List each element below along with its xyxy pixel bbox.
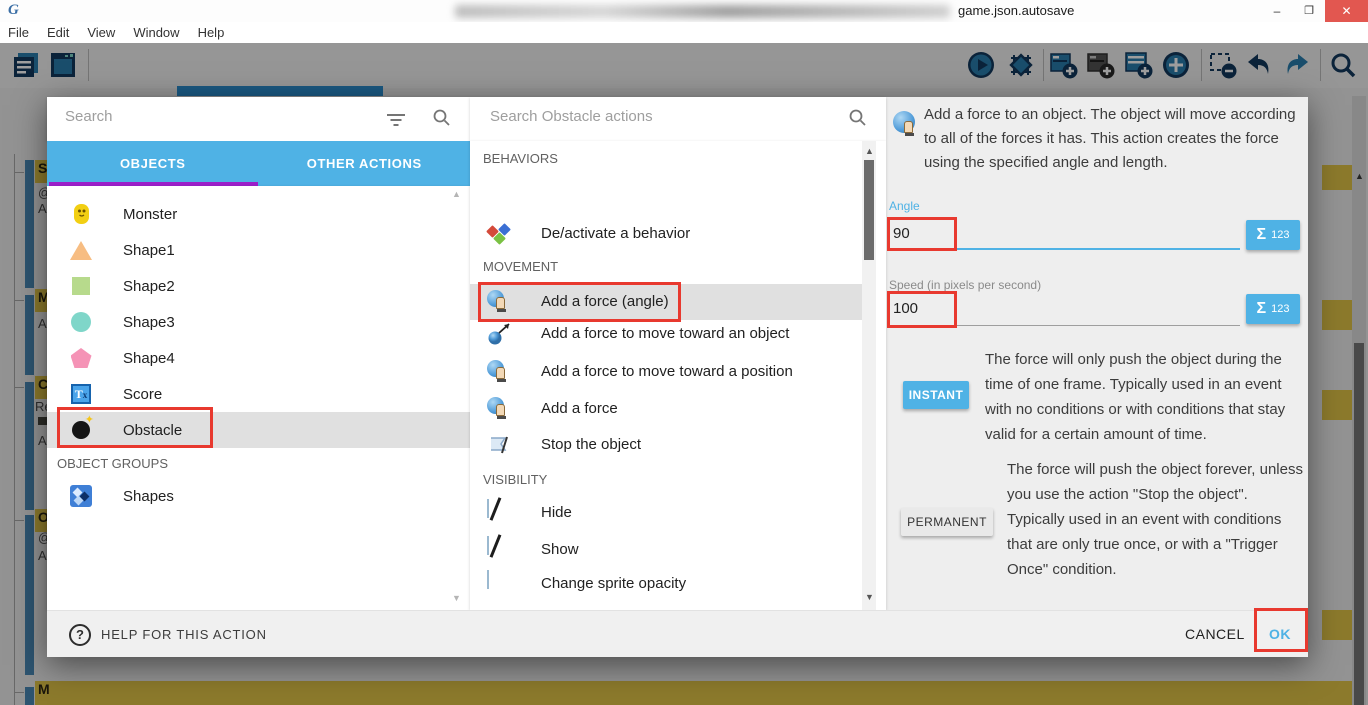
search-icon[interactable] — [432, 108, 452, 128]
restore-button[interactable]: ❐ — [1294, 0, 1324, 22]
action-row-stop-object[interactable]: Stop the object — [470, 427, 862, 463]
scroll-down-icon[interactable]: ▼ — [865, 593, 874, 602]
instant-button[interactable]: INSTANT — [903, 381, 969, 409]
force-toward-object-icon — [487, 321, 513, 347]
object-row-shape3[interactable]: Shape3 — [47, 304, 470, 340]
angle-label: Angle — [889, 199, 920, 213]
scroll-down-icon[interactable]: ▼ — [452, 594, 461, 603]
menu-file[interactable]: File — [8, 25, 29, 40]
action-row-force-toward-position[interactable]: Add a force to move toward a position — [470, 354, 862, 390]
action-row-show[interactable]: Show — [470, 532, 862, 568]
section-behaviors: BEHAVIORS — [483, 151, 558, 166]
highlight-obstacle — [57, 407, 213, 448]
help-link[interactable]: HELP FOR THIS ACTION — [101, 627, 267, 642]
highlight-ok-button — [1254, 608, 1308, 652]
object-tabs: OBJECTS OTHER ACTIONS — [47, 141, 470, 186]
numbers-icon: 123 — [1271, 229, 1289, 241]
numbers-icon: 123 — [1271, 303, 1289, 315]
highlight-angle-field — [887, 217, 957, 251]
behavior-icon — [487, 221, 513, 247]
scroll-up-icon[interactable]: ▲ — [865, 147, 874, 156]
help-icon[interactable]: ? — [69, 624, 91, 646]
object-row-shape4[interactable]: Shape4 — [47, 340, 470, 376]
monster-icon — [68, 201, 94, 227]
speed-expression-button[interactable]: Σ 123 — [1246, 294, 1300, 324]
text-object-icon: Tx — [68, 381, 94, 407]
speed-label: Speed (in pixels per second) — [889, 278, 1041, 292]
menu-view[interactable]: View — [87, 25, 115, 40]
group-row-shapes[interactable]: Shapes — [47, 478, 470, 514]
highlight-speed-field — [887, 291, 957, 328]
close-button[interactable]: ✕ — [1325, 0, 1368, 22]
action-list: BEHAVIORS De/activate a behavior MOVEMEN… — [470, 141, 886, 610]
square-icon — [68, 273, 94, 299]
menu-bar: File Edit View Window Help — [0, 22, 1368, 43]
angle-expression-button[interactable]: Σ 123 — [1246, 220, 1300, 250]
window-title: game.json.autosave — [958, 3, 1074, 18]
circle-icon — [68, 309, 94, 335]
action-row-deactivate-behavior[interactable]: De/activate a behavior — [470, 216, 862, 252]
object-list: ▲ ▼ Monster Shape1 Shape2 Shape3 Shape4 … — [47, 186, 470, 610]
object-row-shape2[interactable]: Shape2 — [47, 268, 470, 304]
permanent-description: The force will push the object forever, … — [1007, 457, 1303, 582]
pentagon-icon — [68, 345, 94, 371]
object-group-icon — [68, 483, 94, 509]
action-scrollbar-thumb[interactable] — [864, 160, 874, 260]
action-editor-dialog: OBJECTS OTHER ACTIONS ▲ ▼ Monster Shape1… — [47, 97, 1308, 657]
cancel-button[interactable]: CANCEL — [1185, 626, 1245, 642]
triangle-icon — [68, 237, 94, 263]
add-force-icon-large — [893, 111, 923, 141]
sigma-icon: Σ — [1257, 300, 1267, 318]
action-row-hide[interactable]: Hide — [470, 495, 862, 531]
section-movement: MOVEMENT — [483, 259, 558, 274]
add-force-icon — [487, 396, 513, 422]
minimize-button[interactable]: – — [1262, 0, 1292, 22]
menu-help[interactable]: Help — [198, 25, 225, 40]
opacity-icon — [487, 571, 513, 597]
action-row-change-opacity[interactable]: Change sprite opacity — [470, 566, 862, 602]
menu-window[interactable]: Window — [133, 25, 179, 40]
object-search-bar — [47, 97, 471, 141]
action-row-add-force[interactable]: Add a force — [470, 391, 862, 427]
object-row-shape1[interactable]: Shape1 — [47, 232, 470, 268]
instant-description: The force will only push the object duri… — [985, 347, 1303, 447]
tab-objects[interactable]: OBJECTS — [47, 141, 259, 186]
permanent-button[interactable]: PERMANENT — [901, 508, 993, 536]
object-search-input[interactable] — [63, 107, 347, 126]
title-bar: G game.json.autosave – ❐ ✕ — [0, 0, 1368, 22]
section-visibility: VISIBILITY — [483, 472, 547, 487]
hide-icon — [487, 500, 513, 526]
highlight-add-force-angle — [478, 282, 681, 322]
show-icon — [487, 537, 513, 563]
action-search-bar — [470, 97, 886, 141]
add-force-icon — [487, 359, 513, 385]
gdevelop-logo-icon: G — [8, 2, 19, 19]
search-icon[interactable] — [848, 108, 868, 128]
blurred-title-path — [455, 5, 950, 18]
object-groups-header: OBJECT GROUPS — [57, 456, 168, 471]
stop-object-icon — [487, 432, 513, 458]
tab-other-actions[interactable]: OTHER ACTIONS — [259, 141, 471, 186]
menu-edit[interactable]: Edit — [47, 25, 69, 40]
action-description: Add a force to an object. The object wil… — [924, 103, 1305, 175]
object-row-monster[interactable]: Monster — [47, 196, 470, 232]
sigma-icon: Σ — [1257, 226, 1267, 244]
filter-icon[interactable] — [387, 114, 405, 126]
action-search-input[interactable] — [488, 107, 822, 126]
